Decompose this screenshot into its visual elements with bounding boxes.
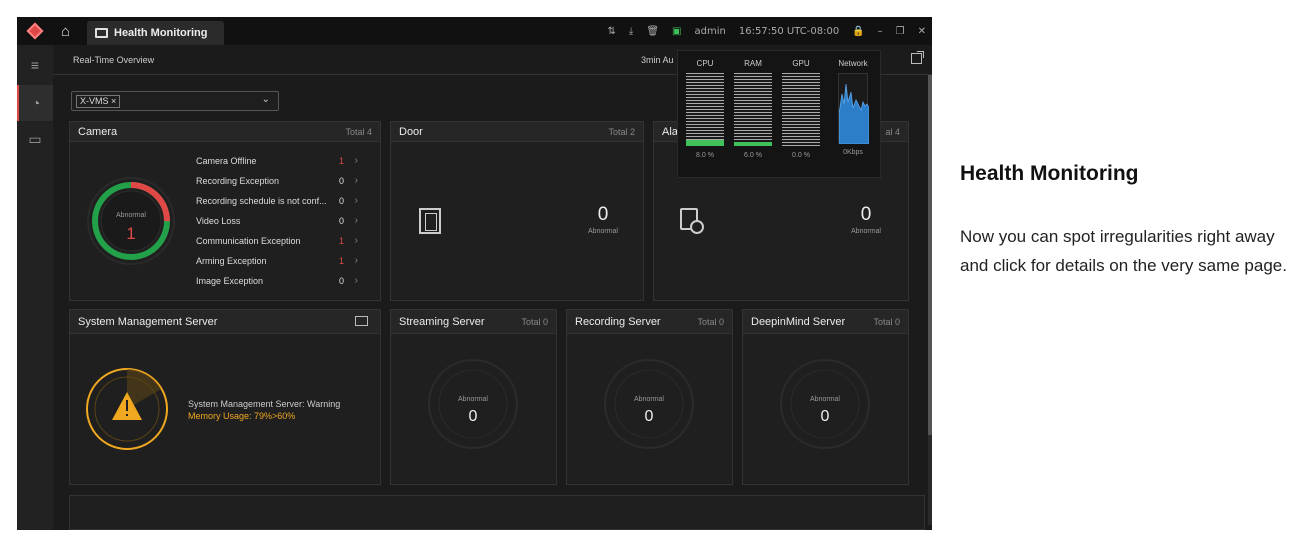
camera-panel: Camera Total 4 Abnormal 1 Camera Offline… — [69, 121, 381, 301]
ring-value: 1 — [126, 224, 136, 243]
menu-icon[interactable]: ≡ — [17, 47, 53, 83]
refresh-setting[interactable]: 3min Au — [641, 55, 674, 65]
deepinmind-title: DeepinMind Server — [751, 316, 846, 328]
transfer-icon[interactable]: ⇅ — [608, 26, 616, 37]
trash-icon[interactable]: 🗑 — [646, 26, 659, 37]
tab-label: Health Monitoring — [114, 27, 208, 39]
list-item[interactable]: Recording Exception 0 › — [196, 173, 358, 193]
streaming-total: Total 0 — [521, 317, 548, 327]
filter-chip[interactable]: X-VMS × — [76, 95, 121, 108]
external-link-icon[interactable] — [911, 51, 924, 64]
app-window: ⌂ Health Monitoring ⇅ ⤓ 🗑 ▣ admin 16:57:… — [17, 17, 932, 530]
close-icon[interactable]: ✕ — [918, 26, 926, 37]
alarm-input-icon — [680, 208, 704, 234]
camera-panel-header: Camera Total 4 — [70, 122, 380, 142]
monitor-icon — [95, 28, 108, 38]
deepinmind-server-panel[interactable]: DeepinMind Server Total 0 Abnormal 0 — [742, 309, 909, 485]
network-meter: Network 0Kbps — [838, 59, 869, 156]
sms-title: System Management Server — [78, 316, 218, 328]
resource-usage-popup: CPU 8.0 % RAM 6.0 % GPU 0.0 % Network 0K… — [677, 50, 881, 178]
download-icon[interactable]: ⤓ — [629, 26, 633, 37]
sms-status: System Management Server: Warning Memory… — [188, 399, 341, 421]
list-item[interactable]: Arming Exception 1 › — [196, 253, 358, 273]
camera-total: Total 4 — [345, 127, 372, 137]
recording-title: Recording Server — [575, 316, 661, 328]
app-logo — [17, 17, 53, 45]
list-item[interactable]: Image Exception 0 › — [196, 273, 358, 293]
list-item[interactable]: Camera Offline 1 › — [196, 153, 358, 173]
minimize-icon[interactable]: – — [878, 26, 883, 37]
cpu-meter: CPU 8.0 % — [686, 59, 724, 159]
home-icon[interactable]: ⌂ — [61, 23, 70, 40]
chevron-right-icon: › — [354, 235, 358, 246]
ring-label: Abnormal — [116, 212, 146, 219]
system-management-server-panel[interactable]: System Management Server System Manageme… — [69, 309, 381, 485]
recording-server-panel[interactable]: Recording Server Total 0 Abnormal 0 — [566, 309, 733, 485]
streaming-server-panel[interactable]: Streaming Server Total 0 Abnormal 0 — [390, 309, 557, 485]
chevron-right-icon: › — [354, 255, 358, 266]
dashboard-gauge-icon[interactable]: ◔ — [17, 85, 53, 121]
status-ring — [780, 359, 870, 449]
caption-body: Now you can spot irregularities right aw… — [960, 227, 1287, 275]
list-item[interactable]: Recording schedule is not conf... 0 › — [196, 193, 358, 213]
alarm-abnormal-count: 0 — [860, 204, 872, 225]
status-ring — [604, 359, 694, 449]
bottom-panel — [69, 495, 925, 530]
camera-status-ring — [87, 177, 175, 265]
chevron-down-icon[interactable]: ⌄ — [262, 94, 270, 105]
door-title: Door — [399, 126, 423, 138]
chevron-right-icon: › — [354, 175, 358, 186]
chevron-right-icon: › — [354, 215, 358, 226]
chevron-right-icon: › — [354, 155, 358, 166]
camera-exception-list: Camera Offline 1 › Recording Exception 0 › R… — [196, 153, 358, 293]
camera-title: Camera — [78, 126, 118, 138]
alarm-title: Ala — [662, 126, 678, 138]
user-name[interactable]: admin — [695, 26, 726, 37]
restore-icon[interactable]: ❐ — [896, 26, 905, 37]
door-total: Total 2 — [608, 127, 635, 137]
alarm-abnormal-label: Abnormal — [851, 228, 881, 235]
status-ring — [428, 359, 518, 449]
streaming-title: Streaming Server — [399, 316, 485, 328]
door-abnormal-count: 0 — [597, 204, 609, 225]
vertical-scrollbar[interactable] — [928, 75, 932, 525]
feature-caption: Health Monitoring Now you can spot irreg… — [960, 162, 1300, 280]
alarm-total: al 4 — [885, 127, 900, 137]
recording-total: Total 0 — [697, 317, 724, 327]
list-item[interactable]: Video Loss 0 › — [196, 213, 358, 233]
clock: 16:57:50 UTC-08:00 — [738, 25, 840, 37]
caption-title: Health Monitoring — [960, 162, 1139, 185]
chevron-right-icon: › — [354, 195, 358, 206]
chart-monitor-icon[interactable]: ▭ — [17, 121, 53, 157]
device-filter-select[interactable]: X-VMS × ⌄ — [71, 91, 279, 111]
tab-health-monitoring[interactable]: Health Monitoring — [87, 21, 224, 45]
door-abnormal-label: Abnormal — [588, 228, 618, 235]
title-bar-tools: ⇅ ⤓ 🗑 ▣ admin 16:57:50 UTC-08:00 🔒 – ❐ ✕ — [608, 17, 926, 45]
warning-radar-icon — [86, 368, 168, 450]
door-panel[interactable]: Door Total 2 0 Abnormal — [390, 121, 644, 301]
network-graph — [839, 83, 869, 144]
chart-icon[interactable] — [355, 316, 368, 326]
sidebar: ≡ ◔ ▭ — [17, 45, 53, 530]
chevron-right-icon: › — [354, 275, 358, 286]
lock-icon[interactable]: 🔒 — [852, 26, 864, 37]
gpu-meter: GPU 0.0 % — [782, 59, 820, 159]
ram-meter: RAM 6.0 % — [734, 59, 772, 159]
health-icon[interactable]: ▣ — [672, 26, 681, 37]
title-bar: ⌂ Health Monitoring ⇅ ⤓ 🗑 ▣ admin 16:57:… — [17, 17, 932, 45]
page-title: Real-Time Overview — [73, 55, 155, 65]
deepinmind-total: Total 0 — [873, 317, 900, 327]
door-icon — [419, 208, 441, 234]
list-item[interactable]: Communication Exception 1 › — [196, 233, 358, 253]
